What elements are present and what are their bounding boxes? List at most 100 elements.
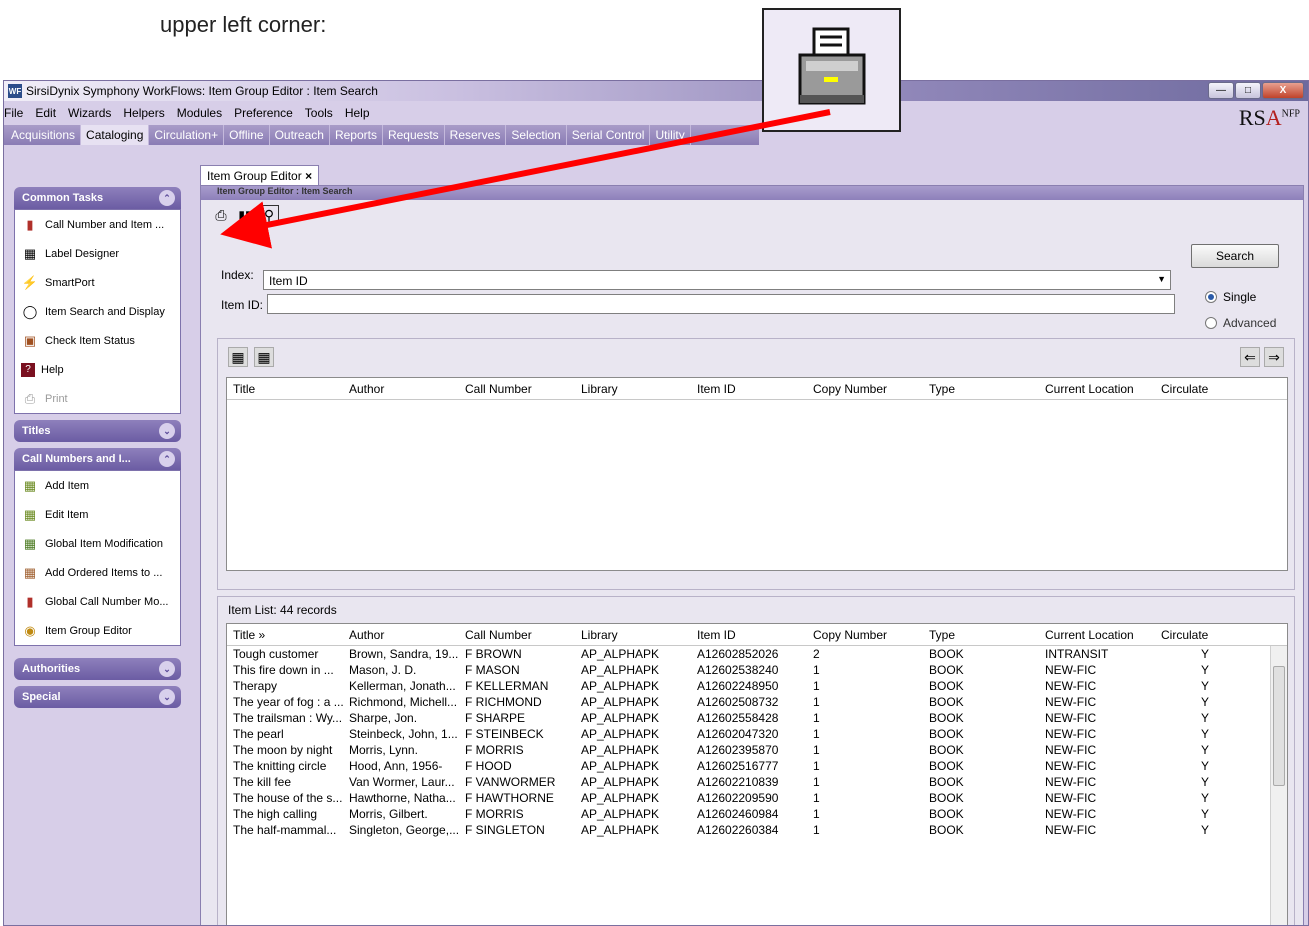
table-cell: 1 (813, 807, 820, 821)
table-cell: F RICHMOND (465, 695, 542, 709)
table-row[interactable]: The half-mammal... Singleton, George,... F… (227, 822, 1287, 838)
task-label-designer[interactable]: ▦ Label Designer (15, 239, 180, 268)
table-cell: A12602395870 (697, 743, 779, 757)
table-cell: AP_ALPHAPK (581, 823, 660, 837)
table-row[interactable]: Tough customer Brown, Sandra, 19... F BROW… (227, 646, 1287, 662)
table-row[interactable]: The trailsman : Wy... Sharpe, Jon. F SHARP… (227, 710, 1287, 726)
table-row[interactable]: The knitting circle Hood, Ann, 1956- F HOO… (227, 758, 1287, 774)
common-tasks-header[interactable]: Common Tasks ⌃ (14, 187, 181, 209)
table-cell: AP_ALPHAPK (581, 791, 660, 805)
table-row[interactable]: The high calling Morris, Gilbert. F MORRIS… (227, 806, 1287, 822)
menu-edit[interactable]: Edit (35, 106, 56, 120)
module-reports[interactable]: Reports (330, 125, 383, 145)
table-cell: 1 (813, 663, 820, 677)
table-cell: BOOK (929, 743, 964, 757)
module-circulation[interactable]: Circulation+ (149, 125, 225, 145)
table-cell: Mason, J. D. (349, 663, 417, 677)
task-item-group-editor[interactable]: ◉ Item Group Editor (15, 616, 180, 645)
task-print[interactable]: ⎙ Print (15, 384, 180, 413)
table-scrollbar[interactable] (1270, 646, 1287, 925)
index-select[interactable]: Item ID ▼ (263, 270, 1171, 290)
advanced-radio[interactable]: Advanced (1205, 316, 1276, 330)
task-call-number-item[interactable]: ▮ Call Number and Item ... (15, 210, 180, 239)
table-cell: The moon by night (233, 743, 333, 757)
module-acquisitions[interactable]: Acquisitions (6, 125, 82, 145)
chevron-down-icon: ▼ (1157, 274, 1166, 284)
task-smartport[interactable]: ⚡ SmartPort (15, 268, 180, 297)
task-check-item-status[interactable]: ▣ Check Item Status (15, 326, 180, 355)
special-header[interactable]: Special ⌄ (14, 686, 181, 708)
menu-file[interactable]: File (4, 106, 23, 120)
scroll-thumb[interactable] (1273, 666, 1285, 786)
call-numbers-header[interactable]: Call Numbers and I... ⌃ (14, 448, 181, 470)
copy-list-button[interactable]: ▦ (254, 347, 274, 367)
table-cell: Hawthorne, Natha... (349, 791, 456, 805)
table-row[interactable]: The kill fee Van Wormer, Laur... F VANWORM… (227, 774, 1287, 790)
barcode-button[interactable]: ▮▮ (235, 205, 255, 225)
table-cell: A12602538240 (697, 663, 779, 677)
task-add-item[interactable]: ▦ Add Item (15, 471, 180, 500)
menu-modules[interactable]: Modules (177, 106, 222, 120)
table-cell: BOOK (929, 695, 964, 709)
table-row[interactable]: The pearl Steinbeck, John, 1... F STEINBEC… (227, 726, 1287, 742)
menu-preference[interactable]: Preference (234, 106, 293, 120)
group-editor-icon: ◉ (24, 622, 36, 638)
item-list-group: Item List: 44 records Title » Author Call … (217, 596, 1295, 925)
table-row[interactable]: The house of the s... Hawthorne, Natha...… (227, 790, 1287, 806)
table-cell: Y (1200, 823, 1209, 837)
module-selection[interactable]: Selection (506, 125, 567, 145)
table-cell: Y (1200, 663, 1209, 677)
close-window-button[interactable]: X (1262, 82, 1304, 99)
minimize-button[interactable]: — (1208, 82, 1234, 99)
menu-helpers[interactable]: Helpers (123, 106, 164, 120)
module-reserves[interactable]: Reserves (445, 125, 507, 145)
tab-item-group-editor[interactable]: Item Group Editor × (200, 165, 320, 185)
app-window: WF SirsiDynix Symphony WorkFlows: Item G… (3, 80, 1309, 926)
module-outreach[interactable]: Outreach (270, 125, 330, 145)
app-icon: WF (8, 84, 22, 98)
maximize-button[interactable]: □ (1235, 82, 1261, 99)
table-cell: Y (1200, 743, 1209, 757)
table-cell: AP_ALPHAPK (581, 679, 660, 693)
table-row[interactable]: Therapy Kellerman, Jonath... F KELLERMAN AP… (227, 678, 1287, 694)
single-radio[interactable]: Single (1205, 290, 1256, 304)
module-offline[interactable]: Offline (224, 125, 270, 145)
task-global-call-number[interactable]: ▮ Global Call Number Mo... (15, 587, 180, 616)
table-cell: Y (1200, 711, 1209, 725)
titles-header[interactable]: Titles ⌄ (14, 420, 181, 442)
module-utility[interactable]: Utility (650, 125, 691, 145)
task-help[interactable]: ? Help (15, 355, 180, 384)
table-cell: F MORRIS (465, 807, 524, 821)
sort-title-header[interactable]: Title » (227, 628, 343, 642)
table-row[interactable]: The moon by night Morris, Lynn. F MORRIS AP… (227, 742, 1287, 758)
menu-tools[interactable]: Tools (305, 106, 333, 120)
menu-help[interactable]: Help (345, 106, 370, 120)
task-global-item-modification[interactable]: ▦ Global Item Modification (15, 529, 180, 558)
task-edit-item[interactable]: ▦ Edit Item (15, 500, 180, 529)
table-cell: Singleton, George,... (349, 823, 459, 837)
print-button[interactable]: ⎙ (211, 205, 231, 225)
search-helper-button[interactable]: ⚲ (259, 205, 279, 225)
table-cell: 1 (813, 711, 820, 725)
close-tab-icon[interactable]: × (305, 169, 312, 183)
table-body: Tough customer Brown, Sandra, 19... F BROW… (227, 646, 1287, 838)
table-cell: NEW-FIC (1045, 775, 1097, 789)
table-row[interactable]: This fire down in ... Mason, J. D. F MASON… (227, 662, 1287, 678)
authorities-header[interactable]: Authorities ⌄ (14, 658, 181, 680)
module-requests[interactable]: Requests (383, 125, 445, 145)
menu-wizards[interactable]: Wizards (68, 106, 111, 120)
item-id-input[interactable] (267, 294, 1175, 314)
search-button[interactable]: Search (1191, 244, 1279, 268)
table-cell: BOOK (929, 727, 964, 741)
module-serial-control[interactable]: Serial Control (567, 125, 651, 145)
arrow-left-icon[interactable]: ⇐ (1240, 347, 1260, 367)
arrow-right-icon[interactable]: ⇒ (1264, 347, 1284, 367)
call-numbers-panel: ▦ Add Item ▦ Edit Item ▦ Global Item Modifi… (14, 470, 181, 646)
table-cell: Morris, Lynn. (349, 743, 418, 757)
add-to-list-button[interactable]: ▦ (228, 347, 248, 367)
task-item-search-display[interactable]: ◯ Item Search and Display (15, 297, 180, 326)
module-cataloging[interactable]: Cataloging (81, 125, 150, 145)
table-cell: The high calling (233, 807, 318, 821)
task-add-ordered-items[interactable]: ▦ Add Ordered Items to ... (15, 558, 180, 587)
table-row[interactable]: The year of fog : a ... Richmond, Michell… (227, 694, 1287, 710)
